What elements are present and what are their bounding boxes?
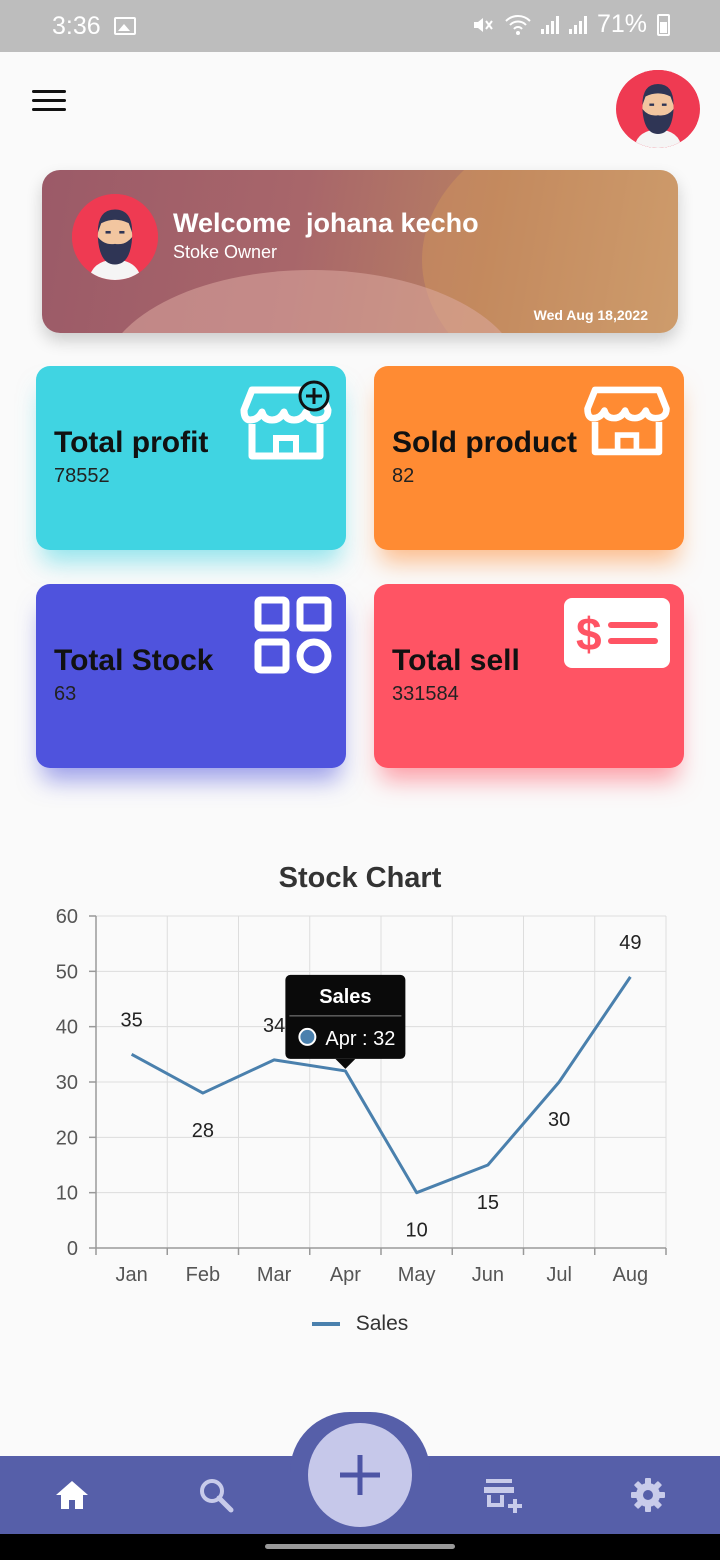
store-icon: [584, 386, 670, 456]
x-tick-label: Apr: [330, 1264, 361, 1286]
battery-icon: [657, 13, 670, 36]
profile-avatar[interactable]: [616, 70, 700, 148]
card-value: 78552: [54, 465, 110, 487]
bearded-man-icon: [72, 194, 158, 280]
data-label: 10: [406, 1220, 428, 1242]
gallery-icon: [114, 17, 136, 35]
data-label: 30: [548, 1109, 570, 1131]
search-icon: [200, 1479, 234, 1513]
battery-percent: 71%: [596, 10, 647, 38]
legend-label: Sales: [355, 1312, 409, 1335]
signal-icon: [540, 15, 559, 34]
wifi-icon: [505, 14, 531, 35]
data-label: 28: [192, 1120, 214, 1142]
total-profit-card[interactable]: Total profit 78552: [36, 366, 346, 550]
total-sell-card[interactable]: Total sell 331584 $: [374, 584, 684, 768]
chart-legend[interactable]: Sales: [0, 1312, 720, 1336]
y-tick-label: 40: [56, 1017, 78, 1039]
total-stock-card[interactable]: Total Stock 63: [36, 584, 346, 768]
y-tick-label: 20: [56, 1127, 78, 1149]
menu-button[interactable]: [32, 90, 66, 116]
stock-line-chart[interactable]: 0 10 20 30 40 50 60 Jan Feb Mar Apr May Jun Jul Aug 35 2…: [0, 900, 720, 1300]
current-date: Wed Aug 18,2022: [533, 307, 648, 323]
settings-icon: [631, 1478, 665, 1512]
hamburger-icon: [32, 90, 66, 93]
owner-role: Stoke Owner: [173, 242, 278, 262]
status-time: 3:36: [52, 12, 101, 40]
add-icon: [340, 1455, 380, 1495]
card-value: 331584: [392, 683, 459, 705]
data-label: 15: [477, 1192, 499, 1214]
welcome-title: Welcome johana kecho: [173, 208, 479, 238]
card-title: Total profit: [54, 426, 209, 459]
tooltip-value: Apr : 32: [325, 1028, 395, 1050]
owner-avatar: [72, 194, 158, 280]
signal-icon: [568, 15, 587, 34]
card-value: 82: [392, 465, 415, 487]
svg-text:$: $: [576, 608, 602, 660]
bearded-man-icon: [619, 70, 697, 148]
y-tick-label: 50: [56, 961, 78, 983]
store-add-icon: [240, 380, 332, 460]
x-tick-label: Aug: [613, 1264, 649, 1286]
price-tag-icon: $: [564, 598, 670, 668]
y-tick-label: 10: [56, 1183, 78, 1205]
nav-settings[interactable]: [628, 1475, 668, 1515]
data-label: 49: [619, 932, 641, 954]
welcome-banner: Welcome johana kecho Stoke Owner Wed Aug…: [42, 170, 678, 333]
x-tick-label: Jan: [116, 1264, 148, 1286]
sold-product-card[interactable]: Sold product 82: [374, 366, 684, 550]
tooltip-pointer: [335, 1058, 356, 1069]
nav-search[interactable]: [196, 1475, 236, 1515]
card-title: Total Stock: [54, 644, 214, 677]
card-value: 63: [54, 683, 77, 705]
x-tick-label: May: [398, 1264, 436, 1286]
tooltip-title: Sales: [319, 986, 371, 1008]
y-tick-label: 30: [56, 1072, 78, 1094]
add-store-icon: [484, 1479, 522, 1513]
nav-add-store[interactable]: [484, 1475, 524, 1515]
add-button[interactable]: [308, 1423, 412, 1527]
home-icon: [56, 1481, 88, 1509]
card-title: Total sell: [392, 644, 520, 677]
data-label: 34: [263, 1015, 285, 1037]
x-tick-label: Mar: [257, 1264, 292, 1286]
card-title: Sold product: [392, 426, 577, 459]
chart-title: Stock Chart: [278, 862, 442, 894]
y-tick-label: 0: [67, 1238, 78, 1260]
x-tick-label: Jul: [546, 1264, 572, 1286]
nav-home[interactable]: [52, 1475, 92, 1515]
tooltip-series-marker: [298, 1027, 317, 1046]
widgets-icon: [254, 596, 332, 674]
x-tick-label: Jun: [472, 1264, 504, 1286]
home-gesture-pill[interactable]: [265, 1544, 455, 1549]
y-tick-label: 60: [56, 906, 78, 928]
legend-swatch: [311, 1322, 340, 1326]
mute-icon: [473, 17, 493, 32]
status-bar: 3:36 71%: [0, 0, 720, 52]
x-tick-label: Feb: [186, 1264, 220, 1286]
system-nav-bar: [0, 1534, 720, 1560]
data-label: 35: [121, 1009, 143, 1031]
